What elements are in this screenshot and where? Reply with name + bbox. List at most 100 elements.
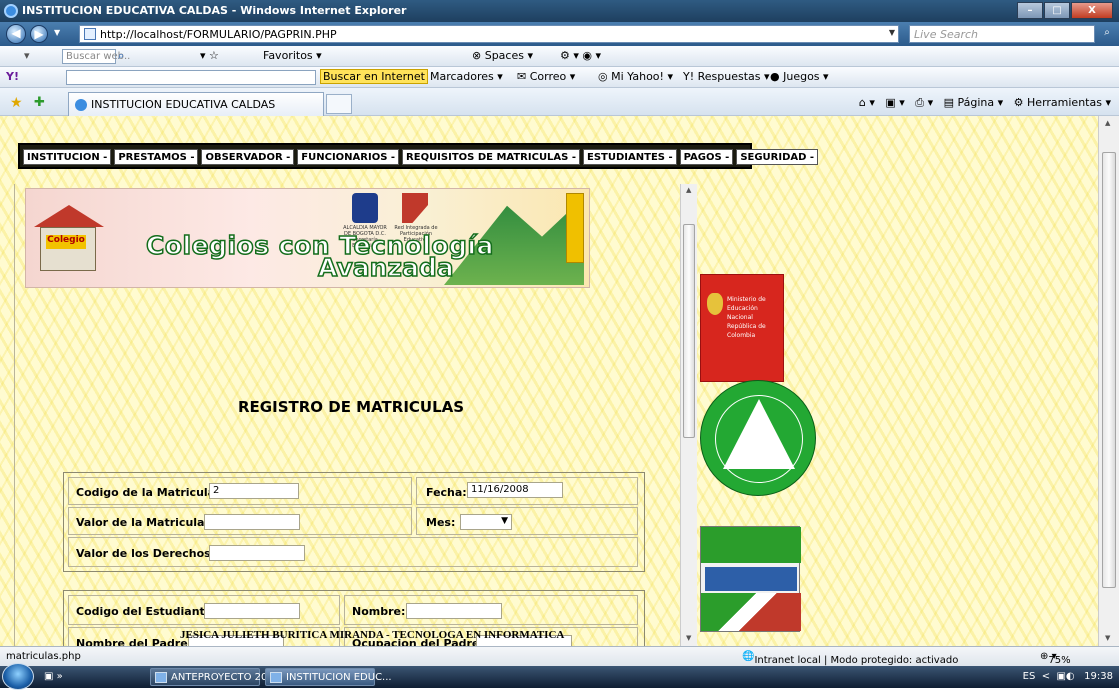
- scroll-down-icon[interactable]: ▼: [686, 634, 691, 642]
- toolbar-yahoo: Y! Buscar en Internet Marcadores ▾ ✉ Cor…: [0, 67, 1119, 88]
- page-scroll-up-icon[interactable]: ▲: [1105, 119, 1110, 127]
- quick-launch-icon[interactable]: ▣ »: [44, 671, 63, 682]
- print-icon[interactable]: ⎙ ▾: [908, 96, 933, 109]
- juegos-menu[interactable]: ● Juegos ▾: [770, 70, 829, 83]
- menu-requisitos[interactable]: REQUISITOS DE MATRICULAS -: [402, 149, 581, 165]
- feeds-icon[interactable]: ▣ ▾: [878, 96, 904, 109]
- menu-funcionarios[interactable]: FUNCIONARIOS -: [297, 149, 400, 165]
- menu-seguridad[interactable]: SEGURIDAD -: [736, 149, 819, 165]
- banner-subtitle: Avanzada: [317, 252, 454, 283]
- nombre-input[interactable]: [406, 603, 502, 619]
- live-search-input[interactable]: Live Search: [909, 25, 1095, 43]
- mes-label: Mes:: [426, 516, 456, 529]
- add-favorites-icon[interactable]: ✚: [34, 95, 45, 110]
- frame-scrollbar[interactable]: ▲ ▼: [680, 184, 697, 646]
- author-footer: JESICA JULIETH BURITICA MIRANDA - TECNOL…: [180, 629, 565, 641]
- valor-matricula-input[interactable]: [204, 514, 300, 530]
- correo-menu[interactable]: ✉ Correo ▾: [517, 70, 575, 83]
- close-button[interactable]: X: [1071, 2, 1113, 19]
- caldas-shield-logo: [700, 526, 801, 632]
- window-titlebar: INSTITUCION EDUCATIVA CALDAS - Windows I…: [0, 0, 1119, 22]
- page-scrollbar[interactable]: ▲ ▼: [1098, 116, 1119, 646]
- tray-icons[interactable]: ▣◐: [1056, 671, 1074, 682]
- tab-row: ★ ✚ INSTITUCION EDUCATIVA CALDAS ⌂ ▾ ▣ ▾…: [0, 88, 1119, 116]
- page-scroll-thumb[interactable]: [1102, 152, 1116, 588]
- favorites-star-icon[interactable]: ▾ ☆: [200, 49, 219, 62]
- menu-institucion[interactable]: INSTITUCION -: [23, 149, 112, 165]
- page-content: INSTITUCION - PRESTAMOS - OBSERVADOR - F…: [0, 116, 1098, 646]
- search-icon[interactable]: ⌕: [118, 49, 124, 63]
- url-dropdown-icon[interactable]: ▼: [883, 25, 901, 43]
- banner-image: Colegio ALCALDIA MAYOR DE BOGOTA D.C. Se…: [25, 188, 590, 288]
- alcaldia-logo-icon: [352, 193, 378, 223]
- valor-derechos-label: Valor de los Derechos:: [76, 547, 216, 560]
- zoom-control[interactable]: ⊕ 75% ▾: [1040, 651, 1071, 666]
- valor-derechos-input[interactable]: [209, 545, 305, 561]
- favoritos-menu[interactable]: Favoritos ▾: [263, 49, 322, 62]
- pagina-menu[interactable]: ▤ Página ▾: [937, 96, 1004, 109]
- taskbar-anteproyecto[interactable]: ANTEPROYECTO 20...: [150, 668, 277, 686]
- codigo-estudiante-label: Codigo del Estudiante:: [76, 605, 217, 618]
- window-title: INSTITUCION EDUCATIVA CALDAS - Windows I…: [22, 4, 407, 17]
- codigo-matricula-label: Codigo de la Matricula:: [76, 486, 220, 499]
- ie-icon: [4, 4, 18, 18]
- colombia-shield-icon: [707, 293, 723, 315]
- ie-page-icon: [75, 99, 87, 111]
- pencil-graphic: [566, 193, 584, 263]
- security-zone[interactable]: 🌐 Intranet local | Modo protegido: activ…: [742, 651, 958, 666]
- codigo-matricula-input[interactable]: 2: [209, 483, 299, 499]
- forward-button[interactable]: ▶: [30, 25, 48, 43]
- search-icon[interactable]: ⌕: [1098, 25, 1116, 43]
- herramientas-menu[interactable]: ⚙ Herramientas ▾: [1007, 96, 1111, 109]
- address-bar: ◀ ▶ ▼ http://localhost/FORMULARIO/PAGPRI…: [0, 22, 1119, 46]
- status-bar: matriculas.php 🌐 Intranet local | Modo p…: [0, 646, 1119, 666]
- toolbar-more-icons[interactable]: ⚙ ▾ ◉ ▾: [560, 49, 601, 62]
- buscar-web-input[interactable]: Buscar web..: [62, 49, 130, 64]
- mi-yahoo-menu[interactable]: ◎ Mi Yahoo! ▾: [598, 70, 673, 83]
- clock[interactable]: 19:38: [1084, 671, 1113, 682]
- main-menu: INSTITUCION - PRESTAMOS - OBSERVADOR - F…: [18, 143, 819, 169]
- start-button[interactable]: [2, 663, 34, 690]
- form-frame: Colegio ALCALDIA MAYOR DE BOGOTA D.C. Se…: [14, 184, 697, 646]
- codigo-estudiante-input[interactable]: [204, 603, 300, 619]
- maximize-button[interactable]: □: [1044, 2, 1070, 19]
- page-icon: [84, 28, 96, 40]
- menu-estudiantes[interactable]: ESTUDIANTES -: [583, 149, 677, 165]
- buscar-en-internet-button[interactable]: Buscar en Internet: [320, 69, 428, 84]
- language-indicator[interactable]: ES: [1023, 671, 1036, 682]
- home-icon[interactable]: ⌂ ▾: [859, 96, 875, 109]
- taskbar-institucion[interactable]: INSTITUCION EDUC...: [265, 668, 392, 686]
- minimize-button[interactable]: –: [1017, 2, 1043, 19]
- colegio-sign: Colegio: [46, 235, 86, 249]
- toolbar-search: ▾ Buscar web.. ⌕ ▾ ☆ Favoritos ▾ ⊗ Space…: [0, 46, 1119, 67]
- frame-scroll-thumb[interactable]: [683, 224, 695, 438]
- favorites-center-icon[interactable]: ★: [10, 95, 23, 111]
- command-bar: ⌂ ▾ ▣ ▾ ⎙ ▾ ▤ Página ▾ ⚙ Herramientas ▾: [859, 96, 1111, 110]
- menu-pagos[interactable]: PAGOS -: [679, 149, 734, 165]
- menu-observador[interactable]: OBSERVADOR -: [201, 149, 295, 165]
- menu-prestamos[interactable]: PRESTAMOS -: [114, 149, 199, 165]
- red-logo-icon: [402, 193, 428, 223]
- new-tab-button[interactable]: [326, 94, 352, 114]
- school-icon: Colegio: [34, 205, 104, 275]
- yahoo-logo-icon[interactable]: Y!: [6, 70, 19, 83]
- taskbar: ▣ » ANTEPROYECTO 20... INSTITUCION EDUC.…: [0, 663, 1119, 690]
- marcadores-menu[interactable]: Marcadores ▾: [430, 70, 503, 83]
- fecha-input[interactable]: 11/16/2008: [467, 482, 563, 498]
- yahoo-search-input[interactable]: [66, 70, 316, 85]
- url-input[interactable]: http://localhost/FORMULARIO/PAGPRIN.PHP: [79, 25, 899, 43]
- school-seal-logo: [700, 380, 816, 496]
- back-button[interactable]: ◀: [6, 24, 26, 44]
- nombre-label: Nombre:: [352, 605, 406, 618]
- tab-institucion[interactable]: INSTITUCION EDUCATIVA CALDAS: [68, 92, 324, 116]
- status-link: matriculas.php: [6, 651, 81, 662]
- respuestas-button[interactable]: Y! Respuestas ▾: [683, 70, 770, 83]
- system-tray: ES < ▣◐ 19:38: [1022, 671, 1113, 682]
- scroll-up-icon[interactable]: ▲: [686, 186, 691, 194]
- matricula-panel: Codigo de la Matricula: 2 Fecha: 11/16/2…: [63, 472, 645, 572]
- history-chevron-icon[interactable]: ▼: [54, 28, 60, 37]
- spaces-menu[interactable]: ⊗ Spaces ▾: [472, 49, 533, 62]
- page-scroll-down-icon[interactable]: ▼: [1105, 634, 1110, 642]
- mes-select[interactable]: ▼: [460, 514, 512, 530]
- menu-chevron-icon[interactable]: ▾: [24, 49, 30, 62]
